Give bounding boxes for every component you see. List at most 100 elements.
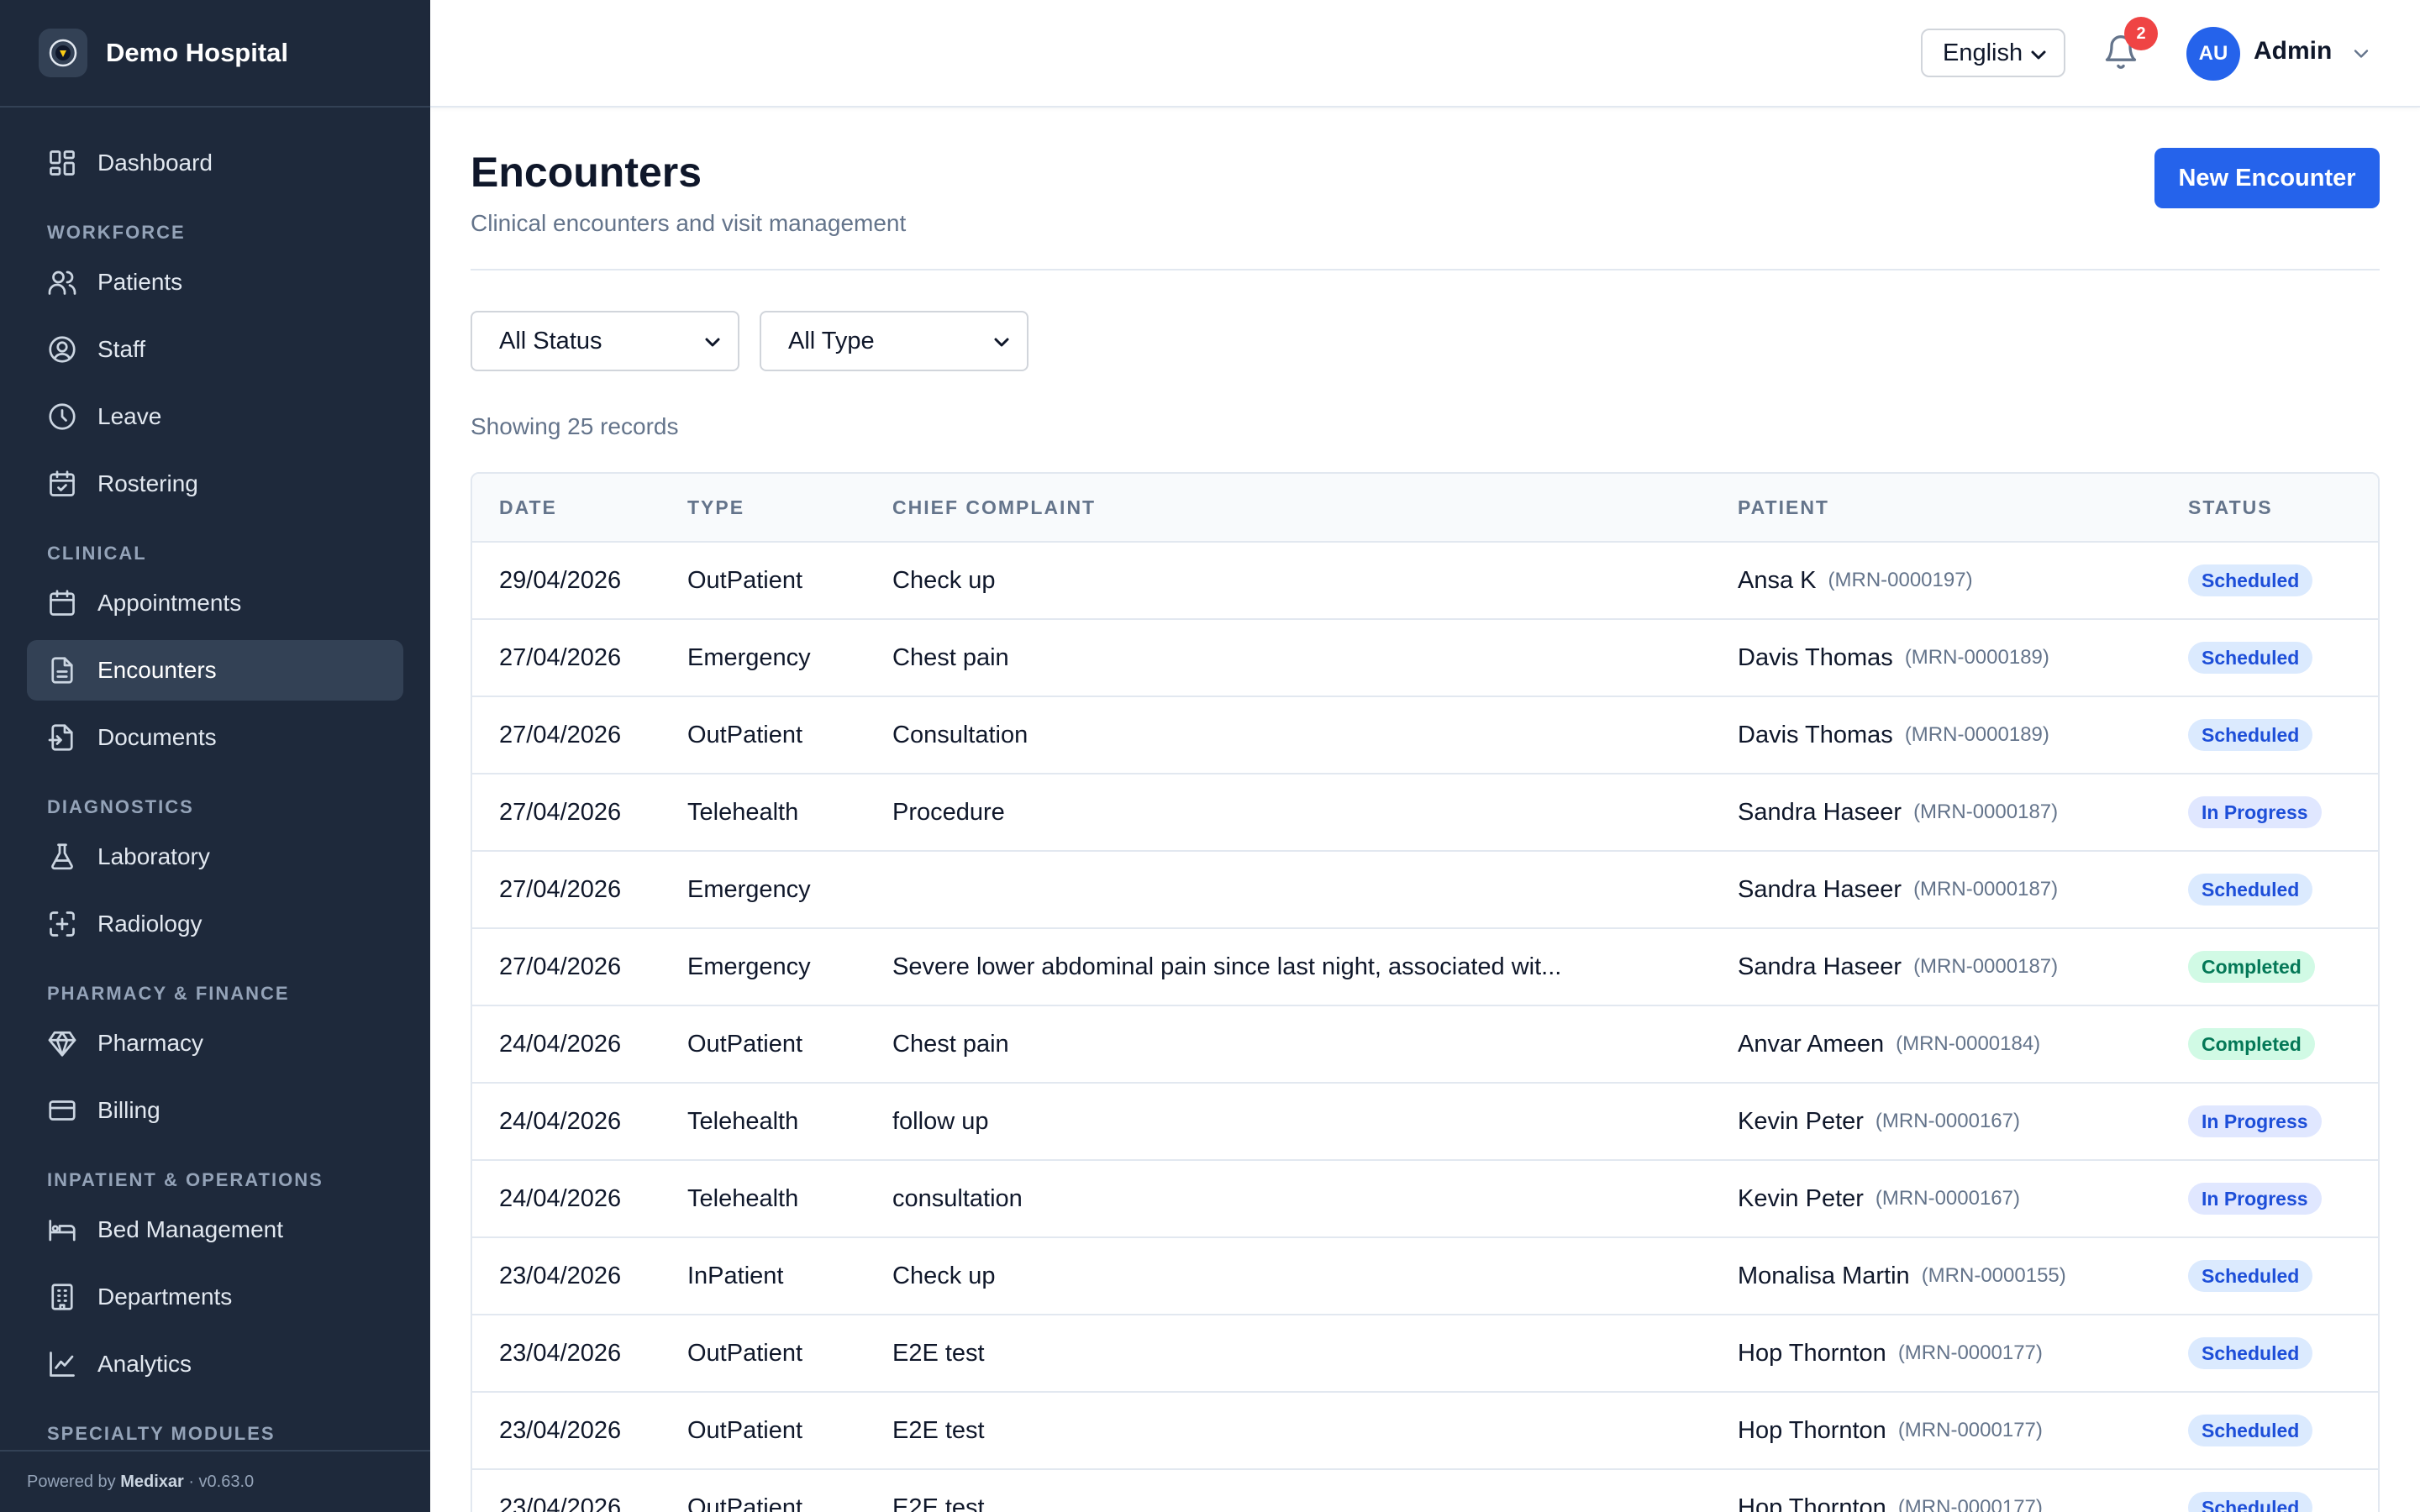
record-count: Showing 25 records	[471, 413, 679, 439]
patient-name[interactable]: Sandra Haseer	[1738, 799, 1902, 827]
sidebar-item-billing[interactable]: Billing	[27, 1080, 403, 1141]
avatar[interactable]: AU	[2186, 27, 2240, 81]
cell-status: Scheduled	[2188, 1315, 2313, 1391]
building-icon	[47, 1282, 77, 1312]
status-badge: In Progress	[2188, 1105, 2322, 1137]
patient-mrn: (MRN-0000189)	[1904, 646, 2049, 669]
table-row[interactable]: 23/04/2026 OutPatient E2E test Hop Thornton…	[472, 1315, 2378, 1393]
cell-type: Emergency	[687, 643, 811, 671]
column-header-patient[interactable]: PATIENT	[1738, 496, 1829, 519]
patient-name[interactable]: Kevin Peter	[1738, 1185, 1864, 1213]
sidebar-item-patients[interactable]: Patients	[27, 252, 403, 312]
sidebar-item-rostering[interactable]: Rostering	[27, 454, 403, 514]
sidebar-item-pharmacy[interactable]: Pharmacy	[27, 1013, 403, 1074]
table-row[interactable]: 24/04/2026 Telehealth follow up Kevin Peter…	[472, 1084, 2378, 1161]
table-header: DATE TYPE CHIEF COMPLAINT PATIENT STATUS	[472, 474, 2378, 543]
cell-patient: Sandra Haseer (MRN-0000187)	[1738, 774, 2058, 850]
cell-patient: Monalisa Martin (MRN-0000155)	[1738, 1238, 2066, 1314]
status-badge: Scheduled	[2188, 719, 2313, 751]
patient-name[interactable]: Hop Thornton	[1738, 1494, 1886, 1512]
chevron-down-icon[interactable]	[2349, 42, 2373, 70]
hospital-logo-icon	[39, 29, 87, 77]
patient-name[interactable]: Monalisa Martin	[1738, 1263, 1910, 1290]
cell-chief-complaint: E2E test	[892, 1339, 985, 1367]
section-specialty-modules: SPECIALTY MODULES	[47, 1423, 276, 1444]
cell-status: Scheduled	[2188, 697, 2313, 773]
page-subtitle: Clinical encounters and visit management	[471, 210, 907, 236]
status-badge: Completed	[2188, 951, 2315, 983]
brand[interactable]: Demo Hospital	[0, 0, 430, 108]
patient-name[interactable]: Ansa K	[1738, 567, 1817, 595]
cell-chief-complaint: E2E test	[892, 1416, 985, 1444]
patient-name[interactable]: Anvar Ameen	[1738, 1031, 1884, 1058]
user-circle-icon	[47, 334, 77, 365]
cell-patient: Hop Thornton (MRN-0000177)	[1738, 1393, 2043, 1468]
patient-name[interactable]: Kevin Peter	[1738, 1108, 1864, 1136]
sidebar-item-label: Departments	[97, 1284, 233, 1310]
cell-patient: Kevin Peter (MRN-0000167)	[1738, 1084, 2020, 1159]
table-row[interactable]: 27/04/2026 Emergency Sandra Haseer (MRN-000…	[472, 852, 2378, 929]
sidebar-item-encounters[interactable]: Encounters	[27, 640, 403, 701]
column-header-status[interactable]: STATUS	[2188, 496, 2273, 519]
table-row[interactable]: 23/04/2026 InPatient Check up Monalisa Mart…	[472, 1238, 2378, 1315]
calendar-check-icon	[47, 469, 77, 499]
patient-mrn: (MRN-0000167)	[1875, 1110, 2020, 1132]
cell-date: 23/04/2026	[499, 1339, 622, 1367]
column-header-type[interactable]: TYPE	[687, 496, 744, 519]
chevron-down-icon	[702, 331, 723, 359]
table-row[interactable]: 29/04/2026 OutPatient Check up Ansa K (MRN-0…	[472, 543, 2378, 620]
sidebar-item-dashboard[interactable]: Dashboard	[27, 133, 403, 193]
sidebar-item-documents[interactable]: Documents	[27, 707, 403, 768]
sidebar-item-analytics[interactable]: Analytics	[27, 1334, 403, 1394]
sidebar-item-departments[interactable]: Departments	[27, 1267, 403, 1327]
patient-name[interactable]: Hop Thornton	[1738, 1417, 1886, 1445]
cell-status: Scheduled	[2188, 1238, 2313, 1314]
cell-type: Telehealth	[687, 1184, 799, 1212]
table-row[interactable]: 27/04/2026 Telehealth Procedure Sandra Hase…	[472, 774, 2378, 852]
user-menu-name[interactable]: Admin	[2254, 37, 2332, 66]
sidebar-item-staff[interactable]: Staff	[27, 319, 403, 380]
sidebar-item-appointments[interactable]: Appointments	[27, 573, 403, 633]
sidebar-item-laboratory[interactable]: Laboratory	[27, 827, 403, 887]
document-text-icon	[47, 655, 77, 685]
new-encounter-button[interactable]: New Encounter	[2154, 148, 2380, 208]
users-icon	[47, 267, 77, 297]
table-row[interactable]: 24/04/2026 Telehealth consultation Kevin Pe…	[472, 1161, 2378, 1238]
language-select[interactable]: English	[1921, 29, 2065, 77]
table-row[interactable]: 27/04/2026 Emergency Chest pain Davis Thoma…	[472, 620, 2378, 697]
patient-name[interactable]: Sandra Haseer	[1738, 876, 1902, 904]
bell-icon	[2102, 35, 2139, 74]
header-divider	[471, 269, 2380, 270]
patient-name[interactable]: Davis Thomas	[1738, 644, 1893, 672]
flask-icon	[47, 842, 77, 872]
patient-name[interactable]: Hop Thornton	[1738, 1340, 1886, 1368]
page-title: Encounters	[471, 149, 702, 196]
sidebar-item-radiology[interactable]: Radiology	[27, 894, 403, 954]
cell-date: 24/04/2026	[499, 1030, 622, 1058]
status-filter-select[interactable]: All Status	[471, 311, 739, 371]
cell-date: 27/04/2026	[499, 953, 622, 980]
table-row[interactable]: 27/04/2026 OutPatient Consultation Davis Th…	[472, 697, 2378, 774]
bed-icon	[47, 1215, 77, 1245]
cell-status: In Progress	[2188, 1084, 2322, 1159]
table-row[interactable]: 23/04/2026 OutPatient E2E test Hop Thornton…	[472, 1470, 2378, 1512]
sidebar-item-bed-management[interactable]: Bed Management	[27, 1200, 403, 1260]
type-filter-select[interactable]: All Type	[760, 311, 1028, 371]
cell-chief-complaint: Consultation	[892, 721, 1028, 748]
sidebar-item-leave[interactable]: Leave	[27, 386, 403, 447]
section-clinical: CLINICAL	[47, 543, 147, 564]
document-import-icon	[47, 722, 77, 753]
table-row[interactable]: 23/04/2026 OutPatient E2E test Hop Thornton…	[472, 1393, 2378, 1470]
column-header-chief-complaint[interactable]: CHIEF COMPLAINT	[892, 496, 1096, 519]
patient-name[interactable]: Sandra Haseer	[1738, 953, 1902, 981]
footer-product: Medixar	[120, 1472, 184, 1491]
sidebar: Demo Hospital Dashboard WORKFORCE Patien…	[0, 0, 430, 1512]
column-header-date[interactable]: DATE	[499, 496, 557, 519]
table-row[interactable]: 24/04/2026 OutPatient Chest pain Anvar Amee…	[472, 1006, 2378, 1084]
sidebar-footer: Powered by Medixar · v0.63.0	[0, 1450, 430, 1512]
footer-version: · v0.63.0	[188, 1472, 255, 1491]
cell-status: Scheduled	[2188, 1393, 2313, 1468]
line-chart-icon	[47, 1349, 77, 1379]
table-row[interactable]: 27/04/2026 Emergency Severe lower abdomina…	[472, 929, 2378, 1006]
patient-name[interactable]: Davis Thomas	[1738, 722, 1893, 749]
